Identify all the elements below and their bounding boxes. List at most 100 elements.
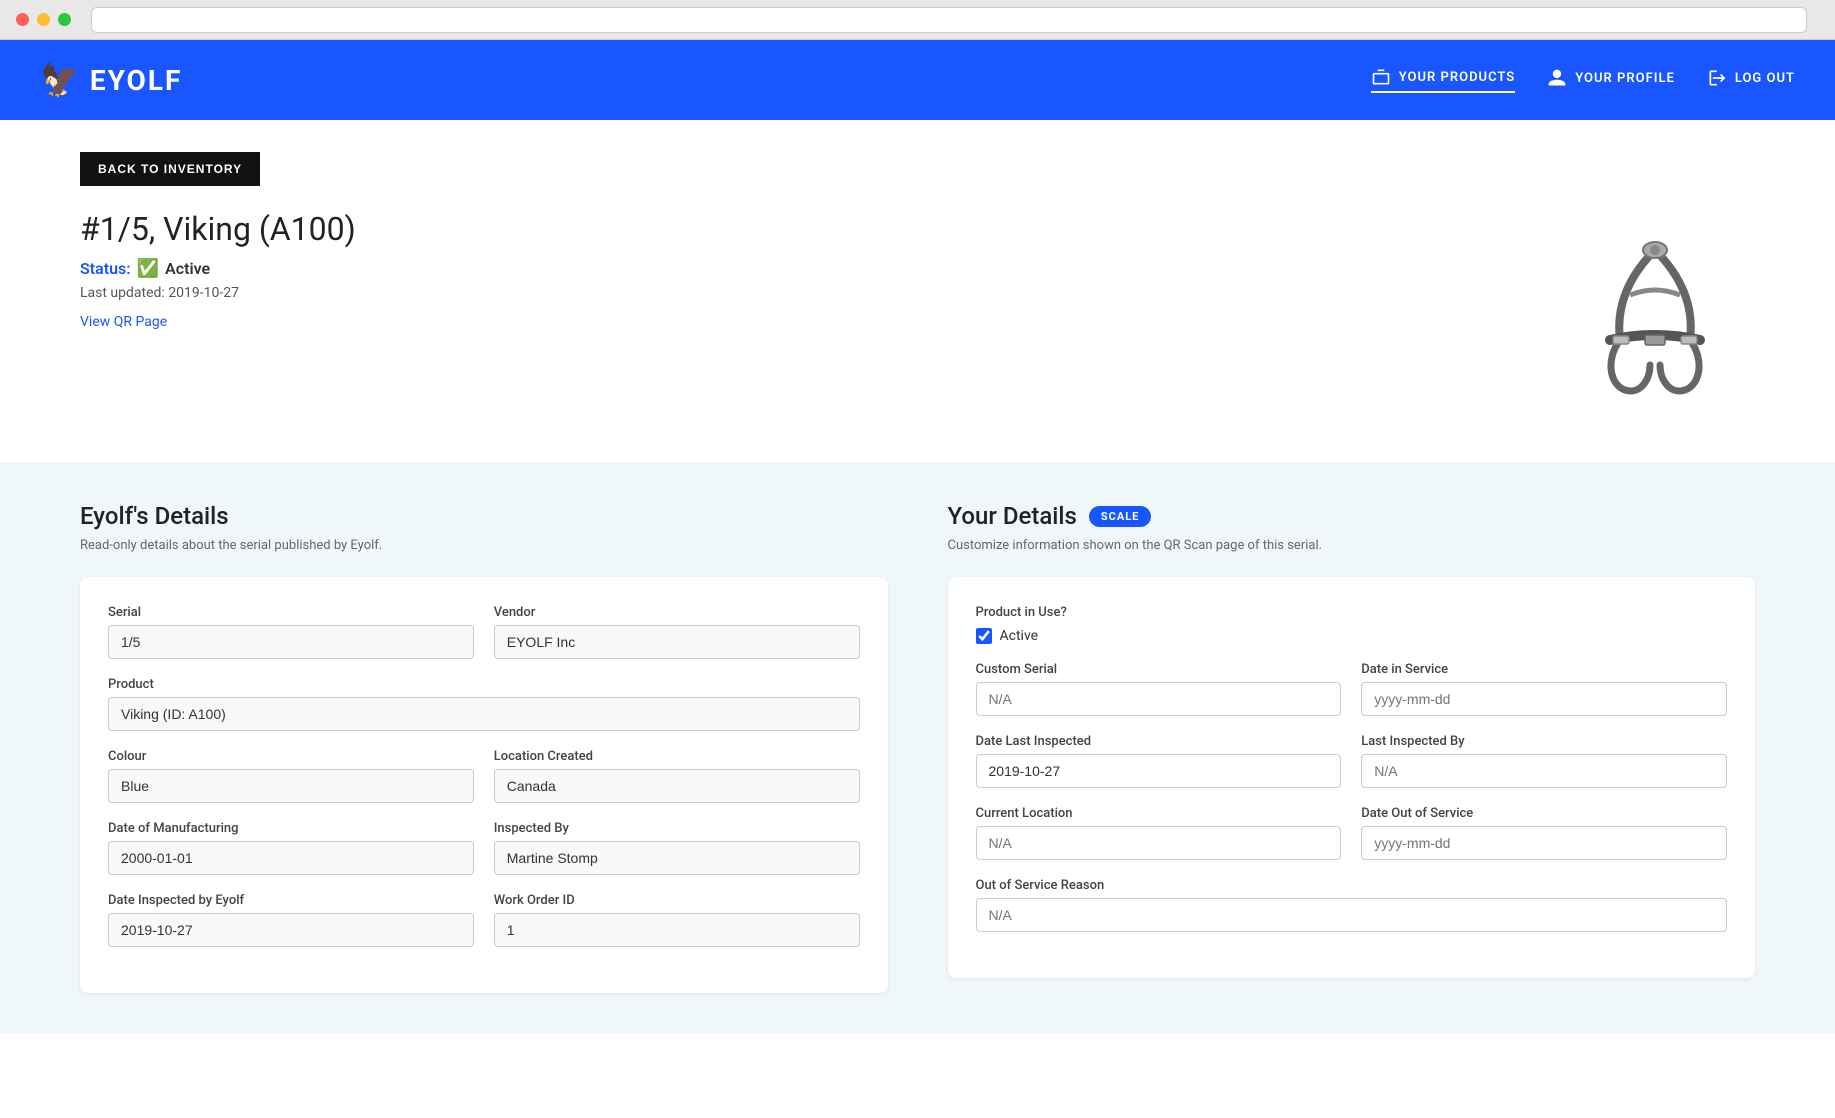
vendor-label: Vendor — [494, 605, 860, 620]
last-updated-date: 2019-10-27 — [168, 285, 239, 301]
location-created-label: Location Created — [494, 749, 860, 764]
out-of-service-reason-group: Out of Service Reason — [976, 878, 1728, 932]
eyolf-details-column: Eyolf's Details Read-only details about … — [80, 502, 888, 993]
date-last-inspected-group: Date Last Inspected — [976, 734, 1342, 788]
back-to-inventory-button[interactable]: BACK TO INVENTORY — [80, 152, 260, 186]
date-manufacturing-label: Date of Manufacturing — [108, 821, 474, 836]
browser-url-bar[interactable] — [91, 7, 1807, 33]
date-out-of-service-label: Date Out of Service — [1361, 806, 1727, 821]
status-value: Active — [165, 259, 210, 278]
custom-serial-input[interactable] — [976, 682, 1342, 716]
date-inspected-eyolf-input[interactable] — [108, 913, 474, 947]
product-info: #1/5, Viking (A100) Status: ✅ Active Las… — [80, 210, 356, 330]
browser-chrome — [0, 0, 1835, 40]
date-last-inspected-input[interactable] — [976, 754, 1342, 788]
date-inspected-eyolf-group: Date Inspected by Eyolf — [108, 893, 474, 947]
active-checkbox-label: Active — [1000, 628, 1039, 644]
nav-log-out-label: LOG OUT — [1735, 71, 1795, 86]
your-details-title-text: Your Details — [948, 502, 1077, 530]
product-input[interactable] — [108, 697, 860, 731]
browser-dot-red[interactable] — [16, 13, 29, 26]
location-created-group: Location Created — [494, 749, 860, 803]
colour-group: Colour — [108, 749, 474, 803]
date-manufacturing-group: Date of Manufacturing — [108, 821, 474, 875]
active-checkbox-row: Active — [976, 628, 1728, 644]
eyolf-details-title: Eyolf's Details — [80, 502, 888, 530]
date-out-of-service-group: Date Out of Service — [1361, 806, 1727, 860]
vendor-group: Vendor — [494, 605, 860, 659]
custom-serial-label: Custom Serial — [976, 662, 1342, 677]
products-icon — [1371, 67, 1391, 87]
date-in-service-label: Date in Service — [1361, 662, 1727, 677]
last-updated: Last updated: 2019-10-27 — [80, 285, 356, 301]
logout-icon — [1707, 68, 1727, 88]
last-inspected-by-input[interactable] — [1361, 754, 1727, 788]
product-label: Product — [108, 677, 860, 692]
date-last-inspected-last-inspected-by-row: Date Last Inspected Last Inspected By — [976, 734, 1728, 788]
date-in-service-group: Date in Service — [1361, 662, 1727, 716]
nav-your-profile[interactable]: YOUR PROFILE — [1547, 68, 1675, 92]
browser-dot-green[interactable] — [58, 13, 71, 26]
logo: 🦅 EYOLF — [40, 61, 182, 99]
logo-text: EYOLF — [90, 64, 183, 97]
date-last-inspected-label: Date Last Inspected — [976, 734, 1342, 749]
date-inspected-eyolf-label: Date Inspected by Eyolf — [108, 893, 474, 908]
last-inspected-by-group: Last Inspected By — [1361, 734, 1727, 788]
location-created-input[interactable] — [494, 769, 860, 803]
mfg-inspected-row: Date of Manufacturing Inspected By — [108, 821, 860, 875]
product-header: #1/5, Viking (A100) Status: ✅ Active Las… — [80, 210, 1755, 430]
your-details-column: Your Details SCALE Customize information… — [948, 502, 1756, 993]
main-content: BACK TO INVENTORY #1/5, Viking (A100) St… — [0, 120, 1835, 430]
logo-icon: 🦅 — [40, 61, 82, 99]
date-manufacturing-input[interactable] — [108, 841, 474, 875]
eyolf-details-subtitle: Read-only details about the serial publi… — [80, 538, 888, 553]
nav-your-profile-label: YOUR PROFILE — [1575, 71, 1675, 86]
scale-badge: SCALE — [1089, 506, 1152, 527]
current-location-group: Current Location — [976, 806, 1342, 860]
details-section: Eyolf's Details Read-only details about … — [0, 462, 1835, 1033]
nav-links: YOUR PRODUCTS YOUR PROFILE LOG OUT — [1371, 67, 1795, 93]
inspected-by-group: Inspected By — [494, 821, 860, 875]
serial-input[interactable] — [108, 625, 474, 659]
out-of-service-reason-input[interactable] — [976, 898, 1728, 932]
work-order-id-group: Work Order ID — [494, 893, 860, 947]
harness-svg — [1575, 220, 1735, 420]
nav-your-products-label: YOUR PRODUCTS — [1399, 70, 1516, 85]
last-updated-label: Last updated: — [80, 285, 165, 301]
your-details-title: Your Details SCALE — [948, 502, 1756, 530]
active-checkbox[interactable] — [976, 628, 992, 644]
inspected-by-label: Inspected By — [494, 821, 860, 836]
profile-icon — [1547, 68, 1567, 88]
product-group: Product — [108, 677, 860, 731]
work-order-id-label: Work Order ID — [494, 893, 860, 908]
product-in-use-section: Product in Use? Active — [976, 605, 1728, 644]
colour-location-row: Colour Location Created — [108, 749, 860, 803]
vendor-input[interactable] — [494, 625, 860, 659]
colour-input[interactable] — [108, 769, 474, 803]
serial-label: Serial — [108, 605, 474, 620]
eyolf-details-card: Serial Vendor Product Colour — [80, 577, 888, 993]
colour-label: Colour — [108, 749, 474, 764]
current-location-label: Current Location — [976, 806, 1342, 821]
view-qr-link[interactable]: View QR Page — [80, 314, 167, 330]
serial-vendor-row: Serial Vendor — [108, 605, 860, 659]
your-details-card: Product in Use? Active Custom Serial Dat… — [948, 577, 1756, 978]
current-location-date-out-row: Current Location Date Out of Service — [976, 806, 1728, 860]
date-out-of-service-input[interactable] — [1361, 826, 1727, 860]
inspected-by-input[interactable] — [494, 841, 860, 875]
product-image — [1555, 210, 1755, 430]
date-in-service-input[interactable] — [1361, 682, 1727, 716]
browser-dot-yellow[interactable] — [37, 13, 50, 26]
your-details-subtitle: Customize information shown on the QR Sc… — [948, 538, 1756, 553]
nav-log-out[interactable]: LOG OUT — [1707, 68, 1795, 92]
out-of-service-reason-label: Out of Service Reason — [976, 878, 1728, 893]
work-order-id-input[interactable] — [494, 913, 860, 947]
serial-group: Serial — [108, 605, 474, 659]
product-title: #1/5, Viking (A100) — [80, 210, 356, 248]
status-label: Status: — [80, 259, 131, 278]
custom-serial-date-in-service-row: Custom Serial Date in Service — [976, 662, 1728, 716]
custom-serial-group: Custom Serial — [976, 662, 1342, 716]
current-location-input[interactable] — [976, 826, 1342, 860]
nav-your-products[interactable]: YOUR PRODUCTS — [1371, 67, 1516, 93]
navigation: 🦅 EYOLF YOUR PRODUCTS YOUR PROFILE LOG O… — [0, 40, 1835, 120]
